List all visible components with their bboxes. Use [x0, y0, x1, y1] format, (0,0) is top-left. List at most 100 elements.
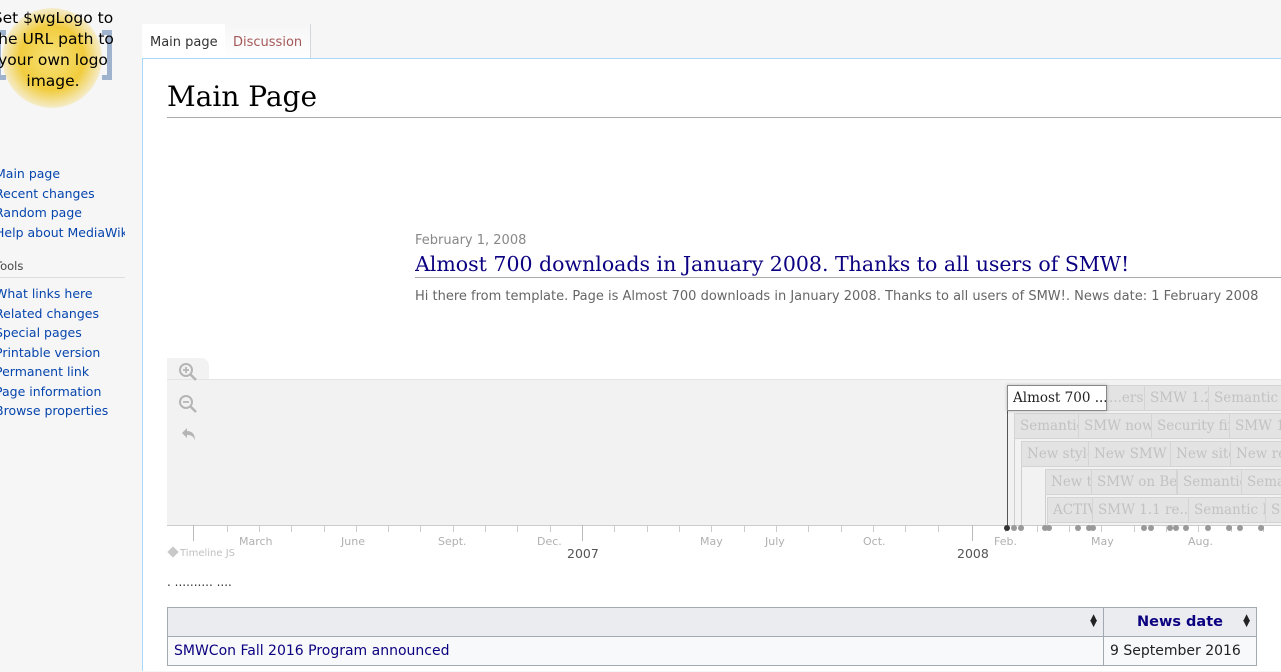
timeline-event[interactable]: ACTIV	[1047, 497, 1096, 523]
timeline-event-dot[interactable]	[1205, 525, 1211, 531]
zoom-out-icon[interactable]	[177, 394, 199, 416]
table-row: SMWCon Fall 2016 Program announced 9 Sep…	[167, 636, 1257, 666]
timeline-tick	[1134, 525, 1135, 532]
sort-icon[interactable]: ▲ ▼	[1243, 614, 1250, 629]
logo-placeholder-text: Set $wgLogo to the URL path to your own …	[0, 9, 114, 90]
news-table: ▲ ▼ News date ▲ ▼ SMWCon Fall 2016 Program…	[167, 607, 1257, 666]
timeline-tick	[1037, 525, 1038, 532]
timeline-event[interactable]: New site	[1170, 441, 1231, 467]
timeline-tick	[711, 525, 712, 532]
timeline-tick	[324, 525, 325, 532]
timeline-event-dot[interactable]	[1046, 525, 1052, 531]
news-table-header-date[interactable]: News date ▲ ▼	[1103, 607, 1257, 637]
timeline-event-dot[interactable]	[1173, 525, 1179, 531]
content-area: Main Page February 1, 2008 Almost 700 do…	[142, 58, 1281, 671]
timeline-event[interactable]: New tr	[1045, 469, 1093, 495]
site-logo[interactable]: Set $wgLogo to the URL path to your own …	[0, 0, 130, 120]
timeline-event[interactable]: New SMW t...	[1088, 441, 1171, 467]
timeline-tick	[420, 525, 421, 532]
feature-title-link[interactable]: Almost 700 downloads in January 2008. Th…	[415, 252, 1281, 278]
timeline-tick	[485, 525, 486, 532]
timeline-event[interactable]: Semantic	[1014, 413, 1080, 439]
sidebar-item-related-changes[interactable]: Related changes	[0, 304, 125, 324]
timeline-event[interactable]: SMW now a	[1078, 413, 1152, 439]
tab-main-page[interactable]: Main page	[142, 24, 227, 59]
timeline-tick	[388, 525, 389, 532]
sort-icon[interactable]: ▲ ▼	[1090, 614, 1097, 629]
timeline-credit[interactable]: Timeline JS	[167, 546, 235, 559]
timeline-event[interactable]: Seman	[1241, 469, 1281, 495]
timeline-axis	[167, 525, 1281, 526]
sidebar-item-what-links-here[interactable]: What links here	[0, 284, 125, 304]
timeline-event-dot[interactable]	[1237, 525, 1243, 531]
tab-discussion[interactable]: Discussion	[225, 24, 312, 59]
sidebar-item-special-pages[interactable]: Special pages	[0, 323, 125, 343]
timeline-tick	[679, 525, 680, 532]
timeline-event-dot[interactable]	[1258, 525, 1264, 531]
page-title: Main Page	[167, 79, 1281, 118]
news-table-header-title[interactable]: ▲ ▼	[167, 607, 1104, 637]
timeline-event[interactable]: SMW 1.	[1229, 413, 1281, 439]
timeline-month-label: Feb.	[994, 535, 1017, 548]
timeline-event[interactable]: SMW on Bet...	[1091, 469, 1177, 495]
timeline-tick	[841, 525, 842, 532]
timeline-event-dot[interactable]	[1226, 525, 1232, 531]
timeline-event[interactable]: Semantic M	[1188, 497, 1266, 523]
news-title-link[interactable]: SMWCon Fall 2016 Program announced	[167, 636, 1104, 666]
feature-text: Hi there from template. Page is Almost 7…	[415, 289, 1259, 304]
timeline-tick	[744, 525, 745, 532]
timeline-event[interactable]: SMW 1.1 re...	[1092, 497, 1189, 523]
feature-date: February 1, 2008	[415, 233, 527, 248]
timeline-tick	[356, 525, 357, 532]
timeline-event[interactable]: Semantic M	[1208, 385, 1281, 411]
timeline-event-dot[interactable]	[1141, 525, 1147, 531]
timeline-tick	[1101, 525, 1102, 532]
timeline-event[interactable]: Semantic	[1177, 469, 1242, 495]
timeline-event-dot[interactable]	[1018, 525, 1024, 531]
timeline-tick	[1198, 525, 1199, 532]
timeline-event-dot[interactable]	[1148, 525, 1154, 531]
timeline-credit-text: Timeline JS	[180, 548, 235, 559]
timeline-tick	[193, 525, 194, 541]
timeline-month-label: Dec.	[537, 535, 562, 548]
timeline-tick	[1069, 525, 1070, 532]
timeline-month-label: Aug.	[1188, 535, 1213, 548]
timeline-event[interactable]: SM	[1265, 497, 1281, 523]
timeline-event[interactable]: SMW 1.2	[1144, 385, 1209, 411]
timeline-month-label: May	[1091, 535, 1114, 548]
timeline-note: . .......... ....	[167, 575, 232, 589]
timeline-tick	[582, 525, 583, 541]
sidebar-tools-heading: Tools	[0, 259, 125, 278]
timeline-tick	[938, 525, 939, 532]
back-icon[interactable]	[177, 425, 199, 447]
sidebar-item-printable-version[interactable]: Printable version	[0, 343, 125, 363]
timeline-month-label: May	[700, 535, 723, 548]
timeline-event-dot[interactable]	[1075, 525, 1081, 531]
timeline-tick	[453, 525, 454, 532]
timeline-tick	[905, 525, 906, 532]
timeline-event[interactable]: Almost 700 ...	[1007, 385, 1107, 411]
timeline-month-label: March	[239, 535, 273, 548]
timeline-event[interactable]: Security fix	[1151, 413, 1230, 439]
zoom-in-icon[interactable]	[177, 362, 199, 384]
timeline-tick	[291, 525, 292, 532]
sidebar-item-recent-changes[interactable]: Recent changes	[0, 184, 125, 204]
sidebar-item-main-page[interactable]: Main page	[0, 164, 125, 184]
sidebar-item-help[interactable]: Help about MediaWiki	[0, 223, 125, 243]
timeline-event[interactable]: ...ers...	[1103, 385, 1145, 411]
sidebar-item-permanent-link[interactable]: Permanent link	[0, 362, 125, 382]
timeline-tick	[808, 525, 809, 532]
timeline-event-dot[interactable]	[1090, 525, 1096, 531]
timeline-event-dot[interactable]	[1011, 525, 1017, 531]
timeline-tick	[614, 525, 615, 532]
sidebar-item-page-information[interactable]: Page information	[0, 382, 125, 402]
timeline-event[interactable]: New re	[1230, 441, 1281, 467]
timeline-event[interactable]: New style	[1021, 441, 1090, 467]
sidebar-item-browse-properties[interactable]: Browse properties	[0, 401, 125, 421]
timeline-event-dot[interactable]	[1183, 525, 1189, 531]
timeline-month-label: June	[341, 535, 365, 548]
timeline-event-dot[interactable]	[1004, 525, 1010, 531]
sidebar-item-random-page[interactable]: Random page	[0, 203, 125, 223]
timeline-year-label: 2007	[567, 546, 599, 561]
timeline-year-label: 2008	[957, 546, 989, 561]
